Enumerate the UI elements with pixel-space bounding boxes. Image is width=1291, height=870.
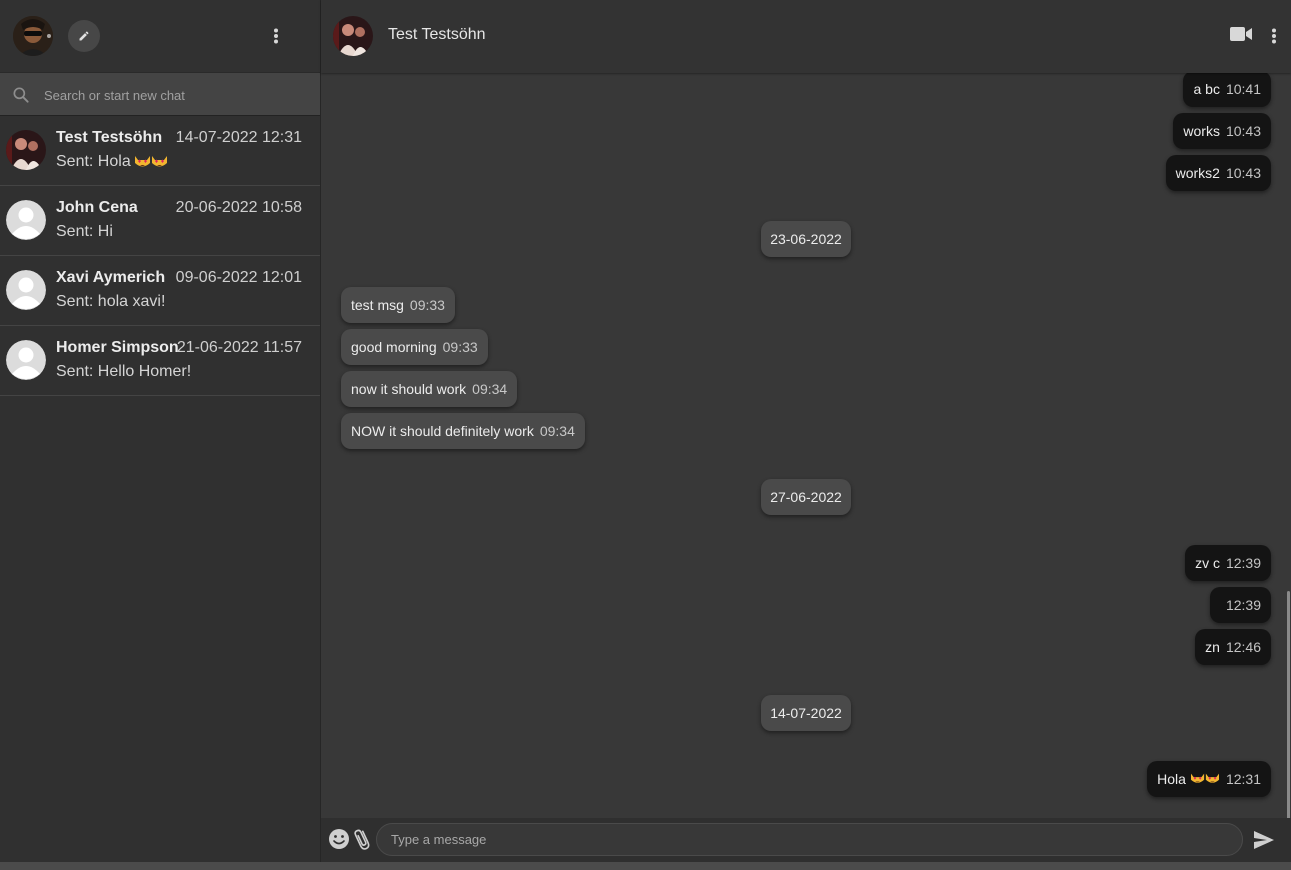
default-avatar-icon <box>6 200 46 240</box>
search-bar <box>0 73 320 116</box>
message-text: Hola <box>1157 771 1186 787</box>
attach-button[interactable] <box>351 826 375 852</box>
last-message-preview: Sent: Hola <box>56 153 168 174</box>
more-vert-icon <box>1272 28 1276 44</box>
send-icon <box>1254 831 1274 849</box>
window-bottom-edge <box>0 862 1291 870</box>
sidebar-header <box>0 0 320 73</box>
contact-name: John Cena <box>56 199 138 216</box>
video-camera-icon <box>1230 27 1252 41</box>
message-time: 12:31 <box>1225 771 1261 787</box>
chat-list-item[interactable]: John Cena 20-06-2022 10:58 Sent: Hi <box>0 186 320 256</box>
incoming-message[interactable]: good morning 09:33 <box>341 329 488 365</box>
message-time: 10:43 <box>1225 123 1261 139</box>
outgoing-message[interactable]: 12:39 <box>1209 587 1271 623</box>
outgoing-message[interactable]: Hola 12:31 <box>1147 761 1271 797</box>
message-text: good morning <box>351 339 437 355</box>
outgoing-message[interactable]: zn 12:46 <box>1195 629 1271 665</box>
emoji-button[interactable] <box>328 828 350 850</box>
message-text: test msg <box>351 297 404 313</box>
outgoing-message[interactable]: works 10:43 <box>1173 113 1271 149</box>
search-icon <box>13 87 29 103</box>
sidebar-menu-button[interactable] <box>266 24 286 48</box>
edit-profile-button[interactable] <box>68 20 100 52</box>
last-message-preview: Sent: Hello Homer! <box>56 363 192 380</box>
message-time: 12:39 <box>1225 555 1261 571</box>
outgoing-message[interactable]: works2 10:43 <box>1165 155 1271 191</box>
date-separator: 14-07-2022 <box>761 695 851 731</box>
incoming-message[interactable]: NOW it should definitely work 09:34 <box>341 413 585 449</box>
heart-eyes-cat-emoji-icon <box>1190 771 1220 788</box>
conversation-header: Test Testsöhn <box>321 0 1291 73</box>
more-vert-icon <box>274 28 278 44</box>
search-input[interactable] <box>36 81 306 109</box>
paperclip-icon <box>354 829 370 850</box>
date-separator: 27-06-2022 <box>761 479 851 515</box>
chat-list-item[interactable]: Test Testsöhn 14-07-2022 12:31 Sent: Hol… <box>0 116 320 186</box>
pencil-icon <box>79 31 89 41</box>
my-profile-avatar[interactable] <box>13 16 53 56</box>
video-call-button[interactable] <box>1230 26 1254 46</box>
last-message-date: 14-07-2022 12:31 <box>175 129 302 146</box>
message-text: NOW it should definitely work <box>351 423 534 439</box>
smiley-icon <box>329 829 349 849</box>
contact-name: Test Testsöhn <box>56 129 163 146</box>
messages-scrollbar[interactable] <box>1287 591 1290 818</box>
incoming-message[interactable]: now it should work 09:34 <box>341 371 518 407</box>
outgoing-message[interactable]: zv c 12:39 <box>1185 545 1271 581</box>
chat-list-item[interactable]: Homer Simpson 21-06-2022 11:57 Sent: Hel… <box>0 326 320 396</box>
outgoing-message[interactable]: a bc 10:41 <box>1183 73 1271 107</box>
preview-text: Sent: Hola <box>56 153 131 170</box>
chat-list: Test Testsöhn 14-07-2022 12:31 Sent: Hol… <box>0 116 320 396</box>
message-time: 09:34 <box>539 423 575 439</box>
contact-name: Homer Simpson <box>56 339 179 356</box>
send-button[interactable] <box>1253 830 1275 850</box>
contact-name: Xavi Aymerich <box>56 269 166 286</box>
contact-avatar[interactable] <box>333 16 373 56</box>
conversation-panel: Test Testsöhn a bc 10:41 works 10:43 works… <box>321 0 1291 862</box>
heart-eyes-cat-emoji-icon <box>134 153 168 174</box>
chat-list-item[interactable]: Xavi Aymerich 09-06-2022 12:01 Sent: hol… <box>0 256 320 326</box>
message-list: a bc 10:41 works 10:43 works2 10:43 23-06-2… <box>321 73 1291 818</box>
default-avatar-icon <box>6 270 46 310</box>
conversation-menu-button[interactable] <box>1266 24 1282 48</box>
conversation-contact-name[interactable]: Test Testsöhn <box>388 26 486 44</box>
message-text: zn <box>1205 639 1220 655</box>
message-text: works <box>1183 123 1220 139</box>
message-time: 09:33 <box>442 339 478 355</box>
last-message-date: 21-06-2022 11:57 <box>176 339 302 356</box>
last-message-preview: Sent: hola xavi! <box>56 293 166 310</box>
date-separator: 23-06-2022 <box>761 221 851 257</box>
incoming-message[interactable]: test msg 09:33 <box>341 287 455 323</box>
message-time: 10:43 <box>1225 165 1261 181</box>
whatsapp-web-app: Test Testsöhn 14-07-2022 12:31 Sent: Hol… <box>0 0 1291 870</box>
message-text: zv c <box>1195 555 1220 571</box>
sidebar: Test Testsöhn 14-07-2022 12:31 Sent: Hol… <box>0 0 321 862</box>
message-composer <box>321 818 1291 862</box>
contact-avatar <box>6 130 46 170</box>
message-input[interactable] <box>376 823 1243 856</box>
message-text: works2 <box>1175 165 1220 181</box>
message-time: 09:33 <box>409 297 445 313</box>
message-time: 12:39 <box>1225 597 1261 613</box>
last-message-date: 20-06-2022 10:58 <box>175 199 302 216</box>
last-message-date: 09-06-2022 12:01 <box>175 269 302 286</box>
message-time: 12:46 <box>1225 639 1261 655</box>
default-avatar-icon <box>6 340 46 380</box>
last-message-preview: Sent: Hi <box>56 223 113 240</box>
message-time: 10:41 <box>1225 81 1261 97</box>
message-text: a bc <box>1193 81 1220 97</box>
message-time: 09:34 <box>472 381 508 397</box>
message-text: now it should work <box>351 381 467 397</box>
